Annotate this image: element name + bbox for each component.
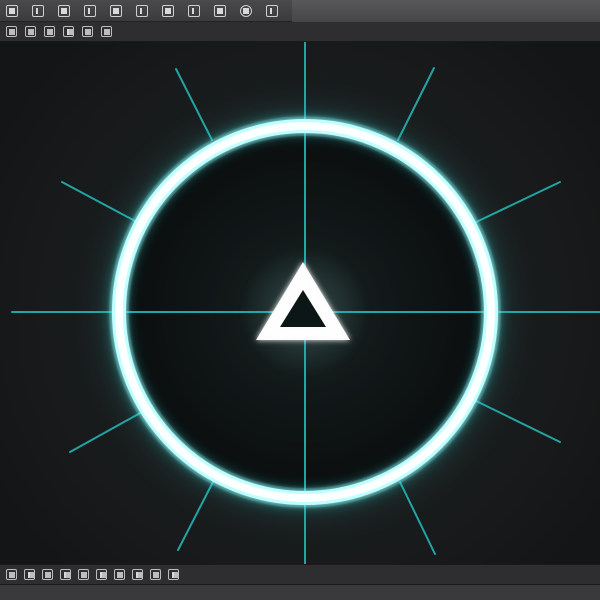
app-window [0, 0, 600, 600]
grid-view-icon[interactable] [82, 26, 93, 37]
camera-icon[interactable] [162, 4, 174, 17]
keyframe-icon[interactable] [78, 569, 89, 580]
pause-icon[interactable] [24, 569, 35, 580]
image-icon[interactable] [44, 26, 55, 37]
layout-icon[interactable] [6, 4, 18, 17]
timeline-icon[interactable] [96, 569, 107, 580]
step-icon[interactable] [42, 569, 53, 580]
view-icon[interactable] [6, 26, 17, 37]
scene-viewport[interactable] [0, 42, 600, 564]
play-icon[interactable] [6, 569, 17, 580]
panel-icon[interactable] [101, 26, 112, 37]
status-bar [0, 584, 600, 600]
settings-icon[interactable] [240, 4, 252, 17]
panel-toggle-icon[interactable] [266, 4, 278, 17]
move-icon[interactable] [58, 4, 70, 17]
transform-icon[interactable] [84, 4, 96, 17]
frame-icon[interactable] [110, 4, 122, 17]
marker-icon[interactable] [114, 569, 125, 580]
top-toolbar [0, 0, 600, 22]
scene-canvas [11, 42, 600, 564]
tool-icon[interactable] [136, 4, 148, 17]
link-icon[interactable] [188, 4, 200, 17]
render-icon[interactable] [214, 4, 226, 17]
export-icon[interactable] [168, 569, 179, 580]
secondary-toolbar [0, 22, 600, 42]
record-icon[interactable] [60, 569, 71, 580]
light-icon[interactable] [63, 26, 74, 37]
layer-icon[interactable] [25, 26, 36, 37]
bottom-toolbar [0, 564, 600, 584]
grid-icon[interactable] [32, 4, 44, 17]
camera-view-icon[interactable] [150, 569, 161, 580]
loop-icon[interactable] [132, 569, 143, 580]
toolbar-spacer [292, 0, 600, 22]
